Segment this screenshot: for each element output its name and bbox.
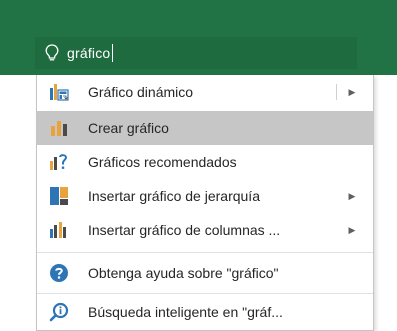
menu-item-get-help[interactable]: Obtenga ayuda sobre "gráfico" <box>37 256 373 290</box>
menu-item-hierarchy-chart[interactable]: Insertar gráfico de jerarquía ▶ <box>37 179 373 213</box>
lightbulb-icon <box>43 43 61 63</box>
menu-item-label: Búsqueda inteligente en "gráf... <box>88 304 283 320</box>
menu-item-label: Insertar gráfico de columnas ... <box>88 222 281 238</box>
recommended-charts-icon <box>48 151 70 173</box>
menu-item-label: Gráfico dinámico <box>88 84 194 100</box>
chevron-right-icon[interactable]: ▶ <box>347 85 357 99</box>
hierarchy-chart-icon <box>48 185 70 207</box>
smart-lookup-icon <box>48 301 70 323</box>
menu-divider <box>37 252 373 253</box>
search-results-dropdown: Gráfico dinámico ▶ Crear gráfico Gráfico… <box>36 75 374 331</box>
chevron-right-icon[interactable]: ▶ <box>347 223 357 237</box>
menu-item-label: Insertar gráfico de jerarquía <box>88 188 260 204</box>
chevron-right-icon[interactable]: ▶ <box>347 189 357 203</box>
create-chart-icon <box>48 117 70 139</box>
text-caret <box>112 44 114 62</box>
search-input[interactable]: gráfico <box>67 45 110 61</box>
menu-item-recommended-charts[interactable]: Gráficos recomendados <box>37 145 373 179</box>
tell-me-search-box[interactable]: gráfico <box>35 37 357 69</box>
column-chart-icon <box>48 219 70 241</box>
pivot-chart-icon <box>48 81 70 103</box>
menu-divider <box>37 293 373 294</box>
menu-item-pivot-chart[interactable]: Gráfico dinámico ▶ <box>37 75 373 109</box>
menu-item-smart-lookup[interactable]: Búsqueda inteligente en "gráf... <box>37 295 373 329</box>
menu-item-label: Obtenga ayuda sobre "gráfico" <box>88 265 279 281</box>
menu-item-label: Crear gráfico <box>88 120 169 136</box>
menu-item-create-chart[interactable]: Crear gráfico <box>37 111 373 145</box>
submenu-separator <box>336 84 337 100</box>
menu-item-column-chart[interactable]: Insertar gráfico de columnas ... ▶ <box>37 213 373 247</box>
help-icon <box>48 262 70 284</box>
menu-item-label: Gráficos recomendados <box>88 154 237 170</box>
